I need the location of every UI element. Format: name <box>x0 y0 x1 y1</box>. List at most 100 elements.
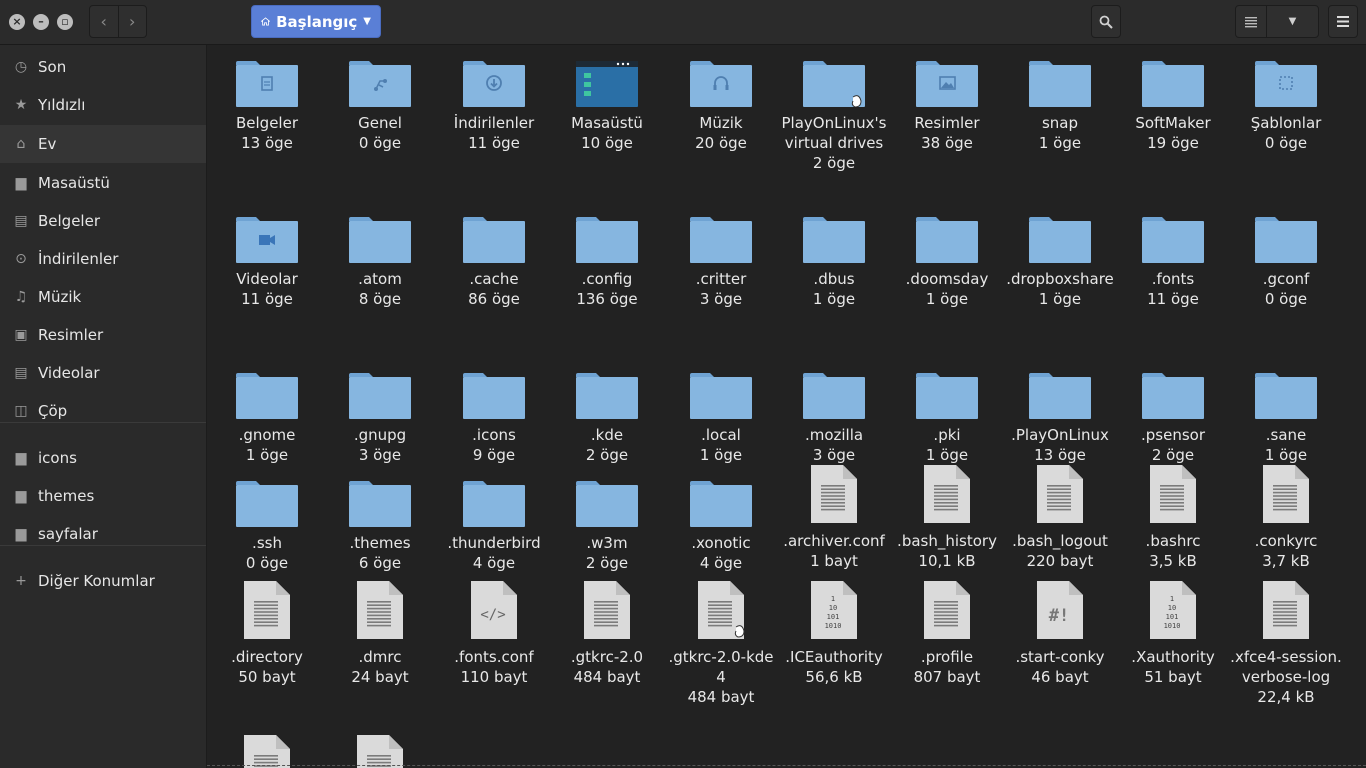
item-thumbnail: #! <box>1004 579 1116 641</box>
item-thumbnail <box>891 373 1003 419</box>
list-view-button[interactable] <box>1236 6 1266 37</box>
plus-icon: + <box>15 573 27 589</box>
item-thumbnail <box>551 579 663 641</box>
item-size: 22,4 kB <box>1257 688 1315 706</box>
file-item[interactable]: #! .start-conky 46 bayt <box>1004 581 1116 687</box>
file-item[interactable]: 1 10 101 1010 .ICEauthority 56,6 kB <box>778 581 890 687</box>
sidebar-item-diğer-konumlar[interactable]: + Diğer Konumlar <box>0 562 206 600</box>
folder-item[interactable]: Müzik 20 öge <box>665 61 777 153</box>
sidebar-item-çöp[interactable]: ◫ Çöp <box>0 392 206 430</box>
folder-item[interactable]: .thunderbird 4 öge <box>438 481 550 573</box>
item-size: 0 öge <box>1264 290 1308 308</box>
file-item[interactable]: .dmrc 24 bayt <box>324 581 436 687</box>
folder-item[interactable]: Resimler 38 öge <box>891 61 1003 153</box>
chevron-down-icon: ▼ <box>363 16 371 27</box>
folder-item[interactable]: .pki 1 öge <box>891 373 1003 465</box>
folder-item[interactable]: Belgeler 13 öge <box>211 61 323 153</box>
close-window-icon[interactable]: × <box>9 14 25 30</box>
folder-item[interactable]: .xonotic 4 öge <box>665 481 777 573</box>
folder-item[interactable]: .fonts 11 öge <box>1117 217 1229 309</box>
file-item[interactable]: .profile 807 bayt <box>891 581 1003 687</box>
sidebar-item-i̇ndirilenler[interactable]: ⊙ İndirilenler <box>0 240 206 278</box>
folder-item[interactable]: .doomsday 1 öge <box>891 217 1003 309</box>
sidebar-item-themes[interactable]: ▆ themes <box>0 477 206 515</box>
file-item[interactable]: .directory 50 bayt <box>211 581 323 687</box>
folder-item[interactable]: .sane 1 öge <box>1230 373 1342 465</box>
item-thumbnail: 1 10 101 1010 <box>1117 579 1229 641</box>
folder-item[interactable]: Videolar 11 öge <box>211 217 323 309</box>
sidebar-item-resimler[interactable]: ▣ Resimler <box>0 316 206 354</box>
folder-item[interactable]: .local 1 öge <box>665 373 777 465</box>
folder-item[interactable]: .ssh 0 öge <box>211 481 323 573</box>
minimize-window-icon[interactable]: – <box>33 14 49 30</box>
file-item[interactable]: .archiver.conf 1 bayt <box>778 465 890 571</box>
clock-icon: ◷ <box>14 59 28 75</box>
folder-item[interactable]: .gconf 0 öge <box>1230 217 1342 309</box>
forward-button[interactable]: › <box>117 6 147 37</box>
back-button[interactable]: ‹ <box>90 6 118 37</box>
main-menu-button[interactable] <box>1328 5 1358 38</box>
folder-item[interactable]: Şablonlar 0 öge <box>1230 61 1342 153</box>
file-item[interactable]: .bashrc 3,5 kB <box>1117 465 1229 571</box>
item-name: .kde <box>590 426 624 444</box>
item-thumbnail <box>778 373 890 419</box>
path-bar-home-button[interactable]: Başlangıç ▼ <box>251 5 381 38</box>
file-item[interactable]: .gtkrc-2.0-kde4 484 bayt <box>665 581 777 707</box>
sidebar-item-ev[interactable]: ⌂ Ev <box>0 125 206 163</box>
folder-item[interactable]: .config 136 öge <box>551 217 663 309</box>
file-item[interactable]: .xfce4-session.verbose-log 22,4 kB <box>1230 581 1342 707</box>
folder-item[interactable]: .w3m 2 öge <box>551 481 663 573</box>
folder-item[interactable]: SoftMaker 19 öge <box>1117 61 1229 153</box>
folder-item[interactable]: .psensor 2 öge <box>1117 373 1229 465</box>
folder-item[interactable]: .atom 8 öge <box>324 217 436 309</box>
folder-item[interactable]: .cache 86 öge <box>438 217 550 309</box>
item-thumbnail <box>778 61 890 107</box>
item-thumbnail <box>1230 217 1342 263</box>
sidebar-item-sayfalar[interactable]: ▆ sayfalar <box>0 515 206 553</box>
item-thumbnail <box>1117 463 1229 525</box>
folder-item[interactable]: .gnupg 3 öge <box>324 373 436 465</box>
folder-icon <box>349 217 411 263</box>
item-size: 13 öge <box>1034 446 1086 464</box>
file-icon <box>584 581 630 639</box>
sidebar-item-label: Müzik <box>38 288 82 306</box>
sidebar-item-yıldızlı[interactable]: ★ Yıldızlı <box>0 86 206 124</box>
folder-item[interactable]: .mozilla 3 öge <box>778 373 890 465</box>
folder-item[interactable]: .themes 6 öge <box>324 481 436 573</box>
sidebar-item-icons[interactable]: ▆ icons <box>0 439 206 477</box>
svg-text:10: 10 <box>1168 604 1176 612</box>
file-item[interactable]: .conkyrc 3,7 kB <box>1230 465 1342 571</box>
sidebar-item-videolar[interactable]: ▤ Videolar <box>0 354 206 392</box>
item-size: 1 öge <box>245 446 289 464</box>
folder-item[interactable]: .dbus 1 öge <box>778 217 890 309</box>
item-name: .icons <box>472 426 516 444</box>
folder-item[interactable]: snap 1 öge <box>1004 61 1116 153</box>
search-button[interactable] <box>1091 5 1121 38</box>
folder-item[interactable]: Genel 0 öge <box>324 61 436 153</box>
maximize-window-icon[interactable]: ▫ <box>57 14 73 30</box>
file-item[interactable]: .bash_logout 220 bayt <box>1004 465 1116 571</box>
sidebar-item-son[interactable]: ◷ Son <box>0 48 206 86</box>
folder-item[interactable]: PlayOnLinux's virtual drives 2 öge <box>778 61 890 173</box>
folder-item[interactable]: .dropboxshare 1 öge <box>1004 217 1116 309</box>
folder-item[interactable]: .PlayOnLinux 13 öge <box>1004 373 1116 465</box>
folder-item[interactable]: .critter 3 öge <box>665 217 777 309</box>
file-item[interactable]: .gtkrc-2.0 484 bayt <box>551 581 663 687</box>
folder-item[interactable]: .gnome 1 öge <box>211 373 323 465</box>
folder-item[interactable]: Masaüstü 10 öge <box>551 61 663 153</box>
item-size: 1 öge <box>925 446 969 464</box>
item-size: 24 bayt <box>351 668 409 686</box>
folder-icon <box>349 61 411 107</box>
sidebar-item-müzik[interactable]: ♫ Müzik <box>0 278 206 316</box>
file-item[interactable]: 1 10 101 1010 .Xauthority 51 bayt <box>1117 581 1229 687</box>
folder-item[interactable]: .icons 9 öge <box>438 373 550 465</box>
folder-icon <box>236 481 298 527</box>
navigation-buttons: ‹ › <box>89 5 147 38</box>
folder-item[interactable]: .kde 2 öge <box>551 373 663 465</box>
folder-item[interactable]: İndirilenler 11 öge <box>438 61 550 153</box>
view-options-dropdown[interactable]: ▼ <box>1266 6 1318 37</box>
file-item[interactable]: .bash_history 10,1 kB <box>891 465 1003 571</box>
file-item[interactable]: </> .fonts.conf 110 bayt <box>438 581 550 687</box>
sidebar-item-masaüstü[interactable]: ▆ Masaüstü <box>0 164 206 202</box>
sidebar-item-belgeler[interactable]: ▤ Belgeler <box>0 202 206 240</box>
